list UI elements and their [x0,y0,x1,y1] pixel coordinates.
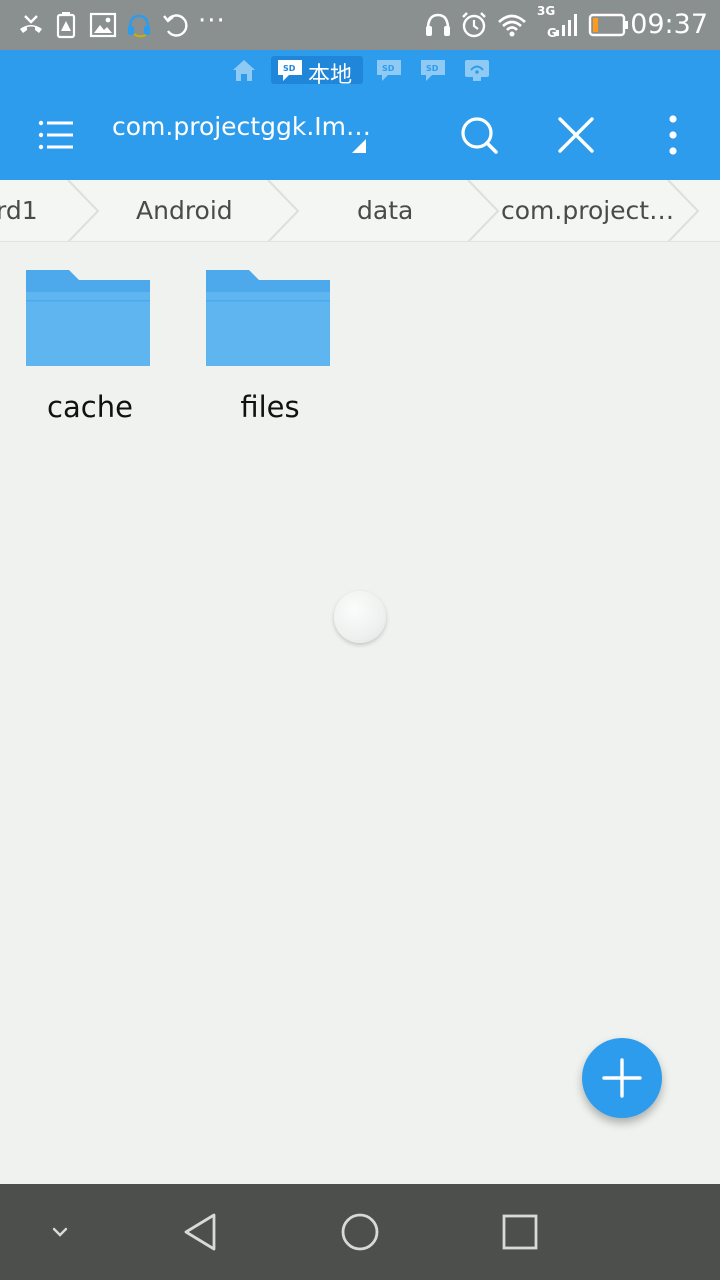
folder-name: cache [47,390,133,424]
folder-item[interactable]: cache [0,262,160,442]
sync-icon [160,10,190,40]
search-icon[interactable] [449,105,509,165]
image-icon [88,10,118,40]
headset-app-icon [124,10,154,40]
dropdown-caret-icon[interactable] [352,139,366,153]
status-bar: ··· 3G G 09:37 [0,0,720,50]
toolbar: com.projectggk.Im… [0,90,720,180]
breadcrumb-item[interactable]: com.project… [501,180,674,241]
breadcrumb-item[interactable]: data [357,180,413,241]
add-button[interactable] [582,1038,662,1118]
loading-spinner [334,591,386,643]
missed-call-icon [16,10,46,40]
back-icon[interactable] [170,1202,230,1262]
home-icon[interactable] [230,56,258,84]
svg-text:SD: SD [283,64,296,73]
wifi-icon [497,10,527,40]
chevron-right-icon [266,180,300,241]
folder-name: files [240,390,300,424]
svg-text:SD: SD [382,64,395,73]
sd-card-icon[interactable]: SD [374,56,404,84]
hide-keyboard-icon[interactable] [30,1202,90,1262]
more-vert-icon[interactable] [643,105,703,165]
clock: 09:37 [630,9,708,40]
chevron-right-icon [666,180,700,241]
network-icon[interactable]: SD [418,56,448,84]
home-icon[interactable] [330,1202,390,1262]
close-icon[interactable] [546,105,606,165]
location-bar: SD 本地 SD SD [0,50,720,90]
chevron-right-icon [66,180,100,241]
system-nav-bar [0,1184,720,1280]
svg-text:SD: SD [426,64,439,73]
menu-icon[interactable] [26,110,86,160]
breadcrumb-item[interactable]: Android [136,180,233,241]
current-folder-title[interactable]: com.projectggk.Im… [112,112,371,141]
folder-icon [203,268,333,368]
local-storage-label: 本地 [308,63,353,88]
signal-icon [552,10,582,40]
notification-overflow: ··· [198,6,226,36]
recents-icon[interactable] [490,1202,550,1262]
battery-warning-icon [51,10,81,40]
remote-icon[interactable] [462,56,492,84]
folder-item[interactable]: files [180,262,340,442]
breadcrumb-item[interactable]: rd1 [0,180,38,241]
chevron-right-icon [466,180,500,241]
breadcrumb: rd1 Android data com.project… [0,180,720,242]
headphones-icon [423,10,453,40]
alarm-icon [459,10,489,40]
folder-icon [23,268,153,368]
app-header: SD 本地 SD SD com.projectggk.Im… [0,50,720,180]
battery-low-icon [588,10,630,40]
